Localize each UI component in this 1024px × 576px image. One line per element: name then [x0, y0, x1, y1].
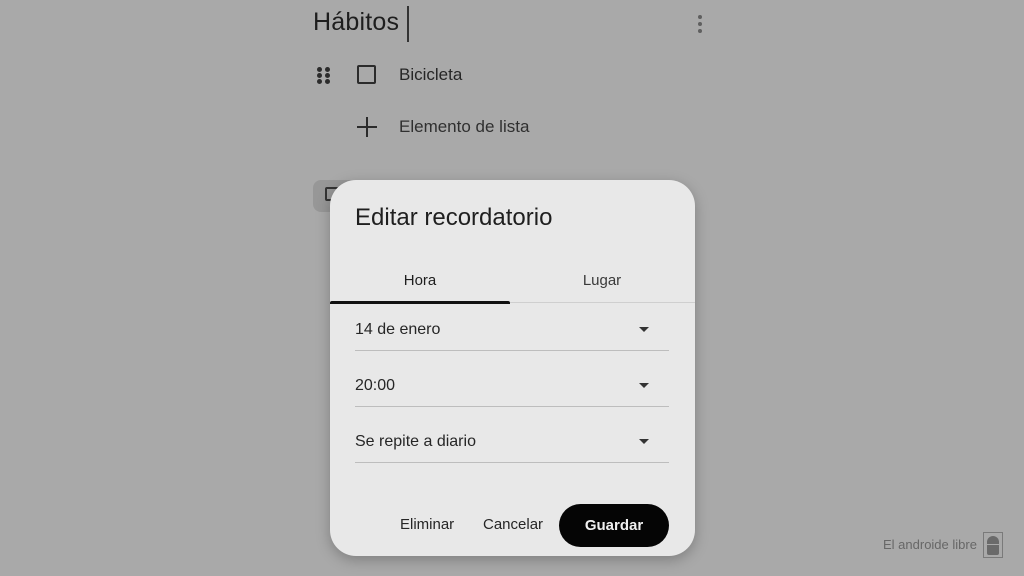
caret-down-icon [639, 439, 649, 444]
watermark-text: El androide libre [883, 537, 977, 552]
more-options-button[interactable] [690, 14, 710, 34]
drag-dot [325, 67, 330, 72]
time-select[interactable]: 20:00 [355, 367, 669, 407]
more-vert-icon-dot [698, 29, 702, 33]
cancel-button[interactable]: Cancelar [483, 516, 543, 533]
more-vert-icon [698, 15, 702, 19]
save-button[interactable]: Guardar [559, 504, 669, 547]
tab-place[interactable]: Lugar [512, 258, 692, 303]
dialog-title: Editar recordatorio [355, 204, 553, 231]
drag-dot [317, 67, 322, 72]
android-logo-head [987, 536, 999, 544]
delete-button[interactable]: Eliminar [400, 516, 454, 533]
checkbox-unchecked-icon[interactable] [357, 65, 376, 84]
drag-dot [325, 73, 330, 78]
date-select[interactable]: 14 de enero [355, 311, 669, 351]
edit-reminder-dialog: Editar recordatorio Hora Lugar 14 de ene… [330, 180, 695, 556]
caret-down-icon [639, 383, 649, 388]
caret-down-icon [639, 327, 649, 332]
reminder-tabs: Hora Lugar [330, 258, 695, 304]
text-cursor [407, 6, 409, 42]
repeat-value: Se repite a diario [355, 433, 476, 450]
plus-icon[interactable] [357, 117, 377, 137]
repeat-select[interactable]: Se repite a diario [355, 423, 669, 463]
android-logo-icon [983, 532, 1003, 558]
time-value: 20:00 [355, 377, 396, 394]
more-vert-icon-dot [698, 22, 702, 26]
android-logo-body [987, 545, 999, 555]
add-list-item-label[interactable]: Elemento de lista [399, 117, 529, 137]
date-value: 14 de enero [355, 321, 441, 338]
list-item-text[interactable]: Bicicleta [399, 65, 462, 85]
note-title[interactable]: Hábitos [313, 8, 399, 37]
drag-handle-icon[interactable] [317, 67, 331, 85]
drag-dot [325, 79, 330, 84]
drag-dot [317, 73, 322, 78]
tab-time[interactable]: Hora [330, 258, 510, 304]
drag-dot [317, 79, 322, 84]
